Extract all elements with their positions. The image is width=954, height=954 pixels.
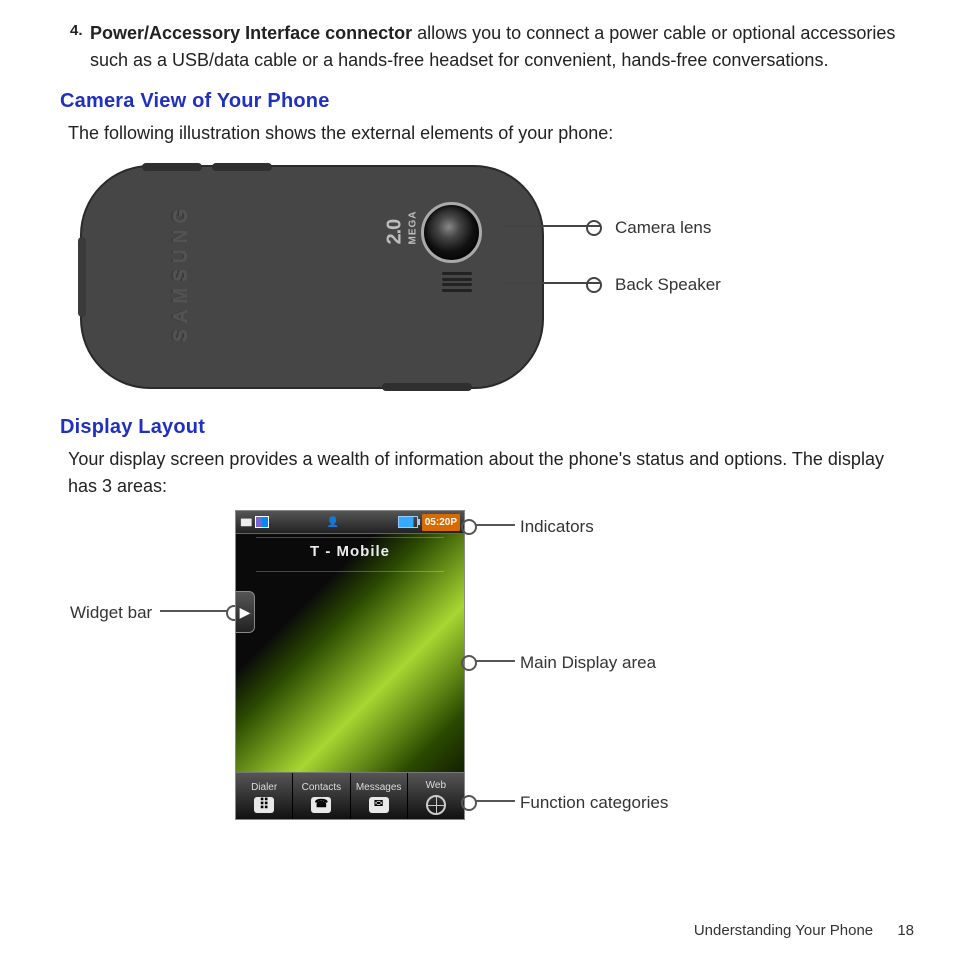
- func-messages: Messages: [351, 773, 408, 819]
- func-dialer: Dialer: [236, 773, 293, 819]
- divider: [256, 537, 444, 538]
- callout-line: [475, 800, 515, 802]
- func-web: Web: [408, 773, 464, 819]
- display-layout-intro: Your display screen provides a wealth of…: [68, 446, 914, 500]
- callout-back-speaker: Back Speaker: [615, 272, 721, 298]
- back-speaker-icon: [442, 272, 472, 292]
- phone-icon: [311, 797, 331, 813]
- divider: [256, 571, 444, 572]
- megapixel-unit: MEGA: [406, 211, 421, 245]
- callout-line: [160, 610, 228, 612]
- callout-line: [500, 282, 600, 284]
- manual-page: 4. Power/Accessory Interface connector a…: [0, 0, 954, 954]
- term-power-accessory: Power/Accessory Interface connector: [90, 23, 412, 43]
- carrier-label: T - Mobile: [236, 541, 464, 564]
- data-icon: [255, 516, 269, 528]
- im-icon: [327, 515, 339, 530]
- brand-logo: SAMSUNG: [167, 203, 196, 342]
- page-footer: Understanding Your Phone 18: [694, 920, 914, 943]
- callout-main-display: Main Display area: [520, 650, 656, 676]
- func-label: Web: [426, 778, 446, 793]
- phone-edge-detail: [142, 163, 202, 171]
- heading-display-layout: Display Layout: [60, 412, 914, 442]
- numbered-list: 4. Power/Accessory Interface connector a…: [60, 20, 914, 74]
- battery-icon: [398, 516, 418, 528]
- func-label: Messages: [356, 780, 402, 795]
- envelope-icon: [369, 797, 389, 813]
- megapixel-label: 2.0 MEGA: [380, 211, 421, 245]
- globe-icon: [426, 795, 446, 815]
- heading-camera-view: Camera View of Your Phone: [60, 86, 914, 116]
- camera-diagram: SAMSUNG 2.0 MEGA Camera lens Back Speake…: [60, 157, 910, 402]
- dialer-icon: [254, 797, 274, 813]
- display-diagram: Widget bar 05:20P T - Mobile ▶: [60, 510, 910, 840]
- func-label: Contacts: [302, 780, 341, 795]
- chevron-right-icon: ▶: [240, 602, 251, 623]
- callout-line: [475, 660, 515, 662]
- page-number: 18: [897, 922, 914, 939]
- status-left-icons: [240, 515, 269, 530]
- status-right-icons: 05:20P: [398, 514, 460, 531]
- callout-widget-bar: Widget bar: [70, 600, 152, 626]
- camera-view-intro: The following illustration shows the ext…: [68, 120, 914, 147]
- status-bar: 05:20P: [236, 511, 464, 534]
- footer-section: Understanding Your Phone: [694, 922, 873, 939]
- phone-edge-detail: [78, 237, 86, 317]
- phone-back-illustration: SAMSUNG 2.0 MEGA: [80, 165, 544, 389]
- callout-line: [475, 524, 515, 526]
- callout-indicators: Indicators: [520, 514, 594, 540]
- camera-lens-icon: [421, 202, 482, 263]
- widget-bar-handle: ▶: [236, 591, 255, 633]
- list-item-4: 4. Power/Accessory Interface connector a…: [90, 20, 914, 74]
- phone-edge-detail: [212, 163, 272, 171]
- func-contacts: Contacts: [293, 773, 350, 819]
- callout-function-categories: Function categories: [520, 790, 668, 816]
- phone-screen-illustration: 05:20P T - Mobile ▶ Dialer Contacts: [235, 510, 465, 820]
- signal-icon: [240, 515, 251, 530]
- list-body: Power/Accessory Interface connector allo…: [90, 23, 895, 70]
- function-bar: Dialer Contacts Messages Web: [236, 772, 464, 819]
- megapixel-value: 2.0: [384, 220, 406, 245]
- list-number: 4.: [70, 20, 83, 43]
- callout-camera-lens: Camera lens: [615, 215, 711, 241]
- clock: 05:20P: [422, 514, 460, 531]
- func-label: Dialer: [251, 780, 277, 795]
- callout-line: [500, 225, 600, 227]
- phone-edge-detail: [382, 383, 472, 391]
